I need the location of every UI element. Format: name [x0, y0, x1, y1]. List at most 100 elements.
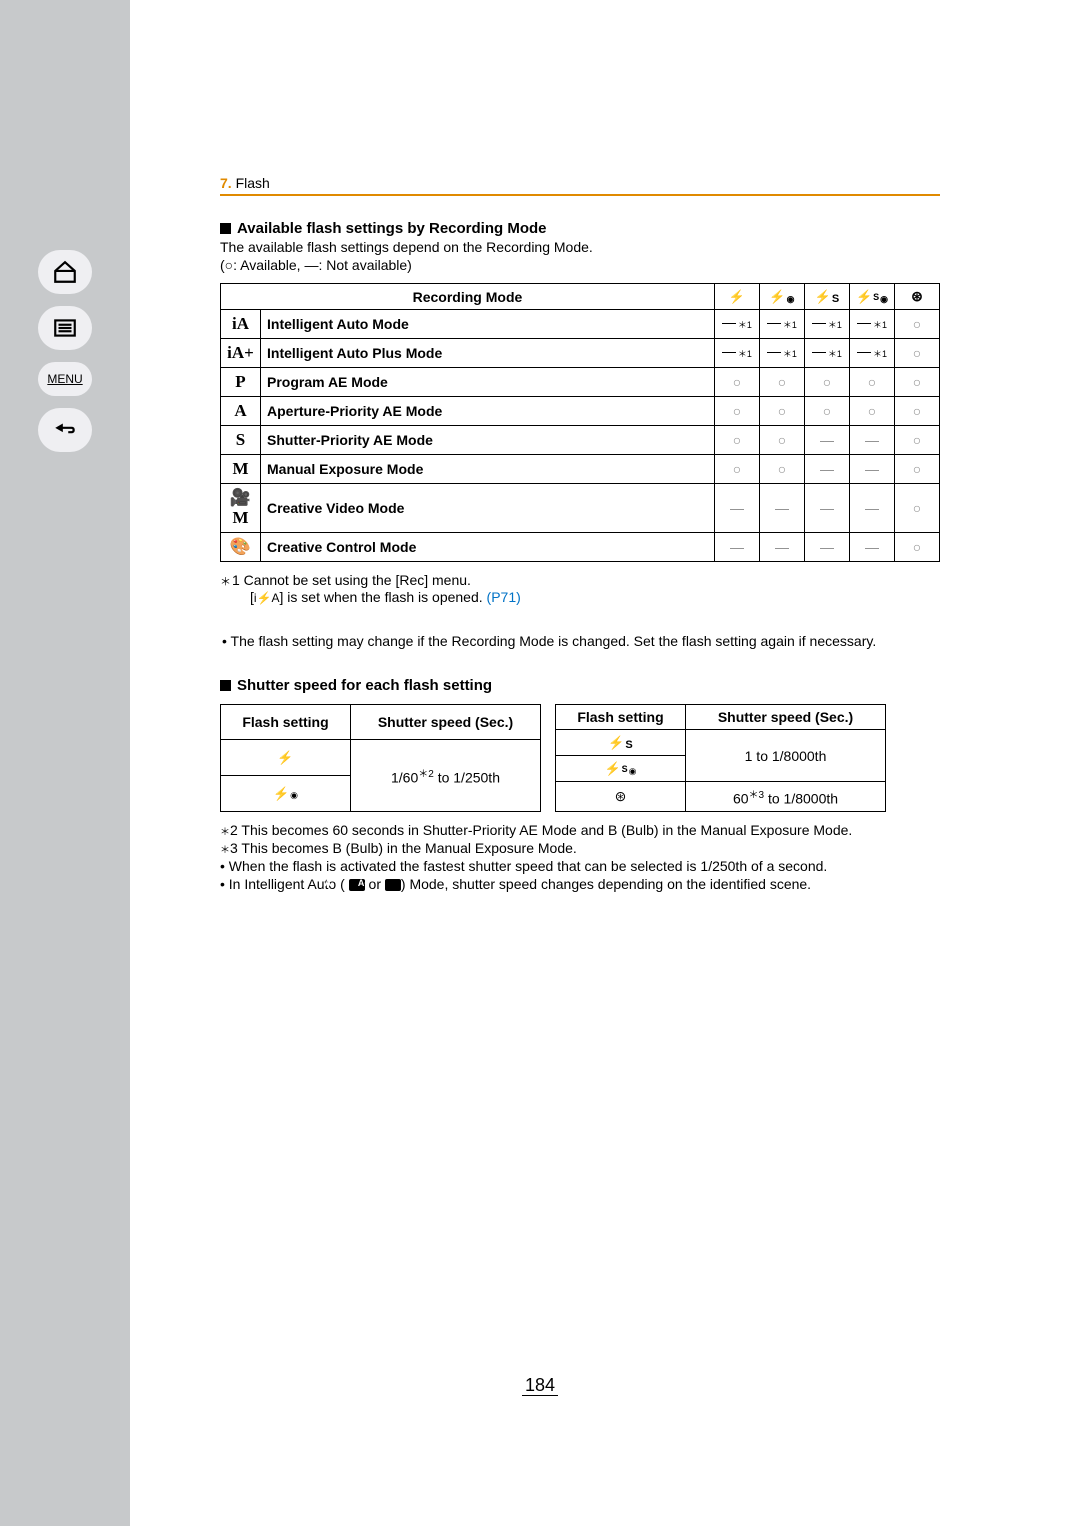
col-flash-redeye-icon: [759, 284, 804, 310]
mode-name: Program AE Mode: [261, 368, 715, 397]
mode-name: Creative Control Mode: [261, 533, 715, 562]
mode-icon: 🎥M: [221, 484, 261, 533]
availability-asterisk: ＊1: [759, 339, 804, 368]
description-line: The available flash settings depend on t…: [220, 239, 940, 255]
list-icon: [52, 315, 78, 341]
nav-back-button[interactable]: [38, 408, 92, 452]
mode-icon: M: [221, 455, 261, 484]
availability-circle: ○: [895, 455, 940, 484]
availability-circle: ○: [849, 397, 894, 426]
section-header: 7. Flash: [220, 175, 940, 196]
flash-auto-icon: i⚡A: [254, 591, 280, 605]
table-row: PProgram AE Mode○○○○○: [221, 368, 940, 397]
cell-flash-redeye-icon: [221, 775, 351, 811]
nav-menu-button[interactable]: MENU: [38, 362, 92, 396]
availability-circle: ○: [895, 533, 940, 562]
table-row: AAperture-Priority AE Mode○○○○○: [221, 397, 940, 426]
nav-toc-button[interactable]: [38, 306, 92, 350]
section-number: 7.: [220, 175, 232, 191]
table-row: iAIntelligent Auto Mode＊1＊1＊1＊1○: [221, 310, 940, 339]
footnote-2: 2 This becomes 60 seconds in Shutter-Pri…: [220, 822, 940, 838]
mode-name: Creative Video Mode: [261, 484, 715, 533]
col-flash-on-icon: [714, 284, 759, 310]
table-row: 🎥MCreative Video Mode――――○: [221, 484, 940, 533]
availability-asterisk: ＊1: [714, 310, 759, 339]
footnote-3: 3 This becomes B (Bulb) in the Manual Ex…: [220, 840, 940, 856]
cell-speed-right-1: 1 to 1/8000th: [686, 730, 886, 782]
mode-icon: 🎨: [221, 533, 261, 562]
page-content: 7. Flash Available flash settings by Rec…: [220, 175, 940, 892]
availability-circle: ○: [714, 426, 759, 455]
cell-speed-left: 1/60＊2 to 1/250th: [351, 739, 541, 811]
footnote-group-1: 1 Cannot be set using the [Rec] menu. [i…: [220, 572, 940, 605]
availability-dash: ―: [714, 533, 759, 562]
availability-circle: ○: [895, 339, 940, 368]
legend-line: (○: Available, ―: Not available): [220, 257, 940, 273]
th-shutter-speed: Shutter speed (Sec.): [351, 705, 541, 740]
mode-name: Manual Exposure Mode: [261, 455, 715, 484]
availability-asterisk: ＊1: [714, 339, 759, 368]
nav-home-button[interactable]: [38, 250, 92, 294]
availability-circle: ○: [759, 426, 804, 455]
availability-circle: ○: [895, 426, 940, 455]
mode-name: Intelligent Auto Plus Mode: [261, 339, 715, 368]
col-flash-slow-icon: [804, 284, 849, 310]
shutter-table-right: Flash setting Shutter speed (Sec.) 1 to …: [555, 704, 886, 812]
back-arrow-icon: [52, 417, 78, 443]
recording-mode-table: Recording Mode S iAIntelligent Auto Mode…: [220, 283, 940, 562]
availability-circle: ○: [895, 368, 940, 397]
col-flash-off-icon: [895, 284, 940, 310]
mode-name: Intelligent Auto Mode: [261, 310, 715, 339]
subheading-shutter-speed: Shutter speed for each flash setting: [220, 677, 940, 694]
footnote-1: 1 Cannot be set using the [Rec] menu.: [220, 572, 471, 589]
home-icon: [52, 259, 78, 285]
cell-flash-off-icon: [556, 782, 686, 812]
availability-dash: ―: [849, 533, 894, 562]
availability-circle: ○: [759, 368, 804, 397]
col-flash-slow-redeye-icon: S: [849, 284, 894, 310]
mode-name: Aperture-Priority AE Mode: [261, 397, 715, 426]
availability-asterisk: ＊1: [759, 310, 804, 339]
shutter-tables: Flash setting Shutter speed (Sec.) 1/60＊…: [220, 704, 940, 812]
cell-speed-right-2: 60＊3 to 1/8000th: [686, 782, 886, 812]
availability-asterisk: ＊1: [849, 310, 894, 339]
availability-dash: ―: [849, 426, 894, 455]
section-title: Flash: [236, 175, 270, 191]
shutter-table-left: Flash setting Shutter speed (Sec.) 1/60＊…: [220, 704, 541, 812]
availability-dash: ―: [849, 484, 894, 533]
mode-icon: S: [221, 426, 261, 455]
th-flash-setting-r: Flash setting: [556, 705, 686, 730]
table-row: 🎨Creative Control Mode――――○: [221, 533, 940, 562]
table-row: MManual Exposure Mode○○――○: [221, 455, 940, 484]
mode-icon: A: [221, 397, 261, 426]
table-header-mode: Recording Mode: [221, 284, 715, 310]
availability-dash: ―: [804, 455, 849, 484]
th-flash-setting: Flash setting: [221, 705, 351, 740]
availability-circle: ○: [804, 368, 849, 397]
availability-circle: ○: [895, 484, 940, 533]
mode-icon: iA: [221, 310, 261, 339]
availability-circle: ○: [895, 310, 940, 339]
ia-plus-icon: [385, 879, 401, 891]
subheading-available-settings: Available flash settings by Recording Mo…: [220, 220, 940, 237]
availability-dash: ―: [759, 533, 804, 562]
availability-circle: ○: [849, 368, 894, 397]
availability-dash: ―: [849, 455, 894, 484]
availability-dash: ―: [804, 426, 849, 455]
availability-circle: ○: [714, 368, 759, 397]
sidebar: MENU: [0, 0, 130, 1526]
availability-dash: ―: [804, 533, 849, 562]
availability-asterisk: ＊1: [849, 339, 894, 368]
th-shutter-speed-r: Shutter speed (Sec.): [686, 705, 886, 730]
cell-flash-slow-redeye-icon: S: [556, 756, 686, 782]
table-row: iA+Intelligent Auto Plus Mode＊1＊1＊1＊1○: [221, 339, 940, 368]
availability-circle: ○: [714, 455, 759, 484]
mode-icon: P: [221, 368, 261, 397]
table-row: SShutter-Priority AE Mode○○――○: [221, 426, 940, 455]
mode-icon: iA+: [221, 339, 261, 368]
note-fastest-shutter: When the flash is activated the fastest …: [220, 858, 940, 874]
page-link-p71[interactable]: (P71): [487, 589, 521, 605]
cell-flash-on-icon: [221, 739, 351, 775]
availability-circle: ○: [759, 455, 804, 484]
footnote-group-2: 2 This becomes 60 seconds in Shutter-Pri…: [220, 822, 940, 892]
